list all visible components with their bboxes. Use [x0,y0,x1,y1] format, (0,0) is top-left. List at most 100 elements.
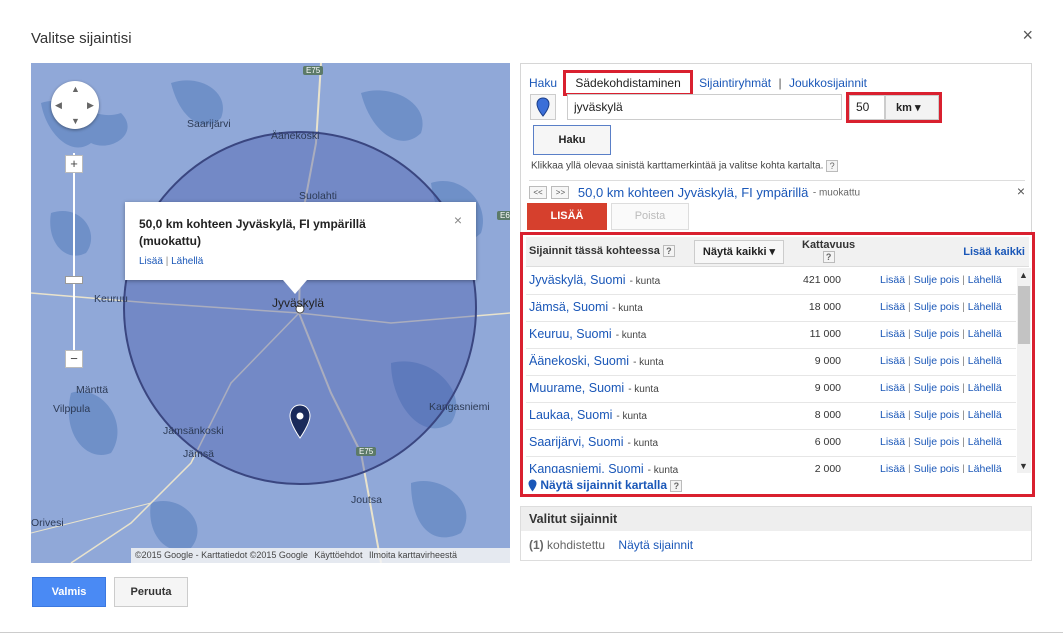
row-nearby-link[interactable]: Lähellä [968,409,1002,421]
table-row: Laukaa, Suomi - kunta 8 000 Lisää | Sulje… [526,403,1016,430]
results-scrollbar[interactable]: ▲ ▼ [1017,268,1031,473]
row-nearby-link[interactable]: Lähellä [968,436,1002,448]
search-button[interactable]: Haku [533,125,611,155]
row-nearby-link[interactable]: Lähellä [968,355,1002,367]
row-exclude-link[interactable]: Sulje pois [914,301,960,313]
location-reach: 9 000 [814,382,841,394]
info-nearby-link[interactable]: Lähellä [171,256,203,267]
target-status: - muokattu [812,187,861,199]
row-add-link[interactable]: Lisää [880,382,905,394]
row-add-link[interactable]: Lisää [880,355,905,367]
unit-select[interactable]: km ▾ [885,95,939,120]
row-exclude-link[interactable]: Sulje pois [914,355,960,367]
location-reach: 18 000 [808,301,841,313]
tab-sadekohdistaminen[interactable]: Sädekohdistaminen [563,70,693,96]
row-exclude-link[interactable]: Sulje pois [914,382,960,394]
location-name[interactable]: Jämsä, Suomi [529,300,608,314]
road-badge-e75: E75 [303,66,324,75]
location-name[interactable]: Äänekoski, Suomi [529,354,629,368]
hint-text: Klikkaa yllä olevaa sinistä karttamerkin… [531,160,824,172]
tab-sijaintiryhmat[interactable]: Sijaintiryhmät [699,76,771,90]
done-button[interactable]: Valmis [32,577,106,607]
map-pin-icon[interactable] [289,404,311,440]
location-name[interactable]: Jyväskylä, Suomi [529,273,626,287]
location-name[interactable]: Keuruu, Suomi [529,327,612,341]
target-description[interactable]: 50,0 km kohteen Jyväskylä, FI ympärillä [578,185,808,200]
map-label-saarijarvi: Saarijärvi [187,118,231,130]
map[interactable]: E75 Saarijärvi Äänekoski Suolahti E63 Ke… [31,63,510,563]
table-row: Jämsä, Suomi - kunta 18 000 Lisää | Sulje… [526,295,1016,322]
row-add-link[interactable]: Lisää [880,328,905,340]
target-close-icon[interactable]: × [1017,183,1025,199]
info-add-link[interactable]: Lisää [139,256,163,267]
locations-list: Jyväskylä, Suomi - kunta 421 000 Lisää | … [526,268,1016,473]
row-nearby-link[interactable]: Lähellä [968,382,1002,394]
zoom-in-button[interactable]: + [65,155,83,173]
tab-joukkosijainnit[interactable]: Joukkosijainnit [789,76,867,90]
dialog-title: Valitse sijaintisi [31,30,132,47]
table-row: Jyväskylä, Suomi - kunta 421 000 Lisää | … [526,268,1016,295]
zoom-out-button[interactable]: − [65,350,83,368]
scroll-thumb[interactable] [1018,286,1030,344]
location-search-input[interactable] [567,94,842,120]
row-add-link[interactable]: Lisää [880,274,905,286]
map-terms-link[interactable]: Käyttöehdot [314,550,362,560]
zoom-slider-track[interactable] [73,153,75,358]
row-exclude-link[interactable]: Sulje pois [914,328,960,340]
table-row: Äänekoski, Suomi - kunta 9 000 Lisää | Su… [526,349,1016,376]
map-label-jamsankoski: Jämsänkoski [163,425,224,437]
row-add-link[interactable]: Lisää [880,301,905,313]
location-name[interactable]: Muurame, Suomi [529,381,624,395]
cancel-button[interactable]: Peruuta [114,577,188,607]
radius-input[interactable]: 50 [849,95,885,120]
row-exclude-link[interactable]: Sulje pois [914,436,960,448]
road-badge-e63: E63 [497,211,510,220]
row-nearby-link[interactable]: Lähellä [968,328,1002,340]
help-icon[interactable]: ? [670,479,683,492]
road-badge-e75-south: E75 [356,447,377,456]
show-on-map-link[interactable]: Näytä sijainnit kartalla ? [528,478,683,492]
row-add-link[interactable]: Lisää [880,463,905,473]
row-nearby-link[interactable]: Lähellä [968,463,1002,473]
selected-count-label: kohdistettu [547,538,606,552]
row-add-link[interactable]: Lisää [880,409,905,421]
location-reach: 421 000 [803,274,841,286]
show-selected-link[interactable]: Näytä sijainnit [618,538,693,552]
help-icon[interactable]: ? [822,251,835,264]
next-button[interactable]: >> [551,186,570,200]
show-all-dropdown[interactable]: Näytä kaikki ▾ [694,240,784,264]
radius-controls: 50 km ▾ [846,92,942,123]
row-exclude-link[interactable]: Sulje pois [914,409,960,421]
map-label-mantta: Mänttä [76,384,109,396]
map-report-link[interactable]: Ilmoita karttavirheestä [369,550,457,560]
close-icon[interactable]: × [1022,25,1033,46]
add-all-link[interactable]: Lisää kaikki [963,246,1025,258]
remove-target-button[interactable]: Poista [611,203,689,230]
zoom-slider-handle[interactable] [65,276,83,284]
row-exclude-link[interactable]: Sulje pois [914,463,960,473]
selected-count: (1) [529,538,544,552]
scroll-up-icon[interactable]: ▲ [1019,270,1028,280]
prev-button[interactable]: << [529,186,547,200]
tab-separator: | [778,76,782,90]
row-nearby-link[interactable]: Lähellä [968,301,1002,313]
row-exclude-link[interactable]: Sulje pois [914,274,960,286]
row-nearby-link[interactable]: Lähellä [968,274,1002,286]
map-label-suolahti: Suolahti [299,190,337,202]
location-name[interactable]: Laukaa, Suomi [529,408,612,422]
map-pin-button[interactable] [530,94,556,120]
location-name[interactable]: Saarijärvi, Suomi [529,435,623,449]
tab-haku[interactable]: Haku [529,76,557,90]
map-label-jamsa: Jämsä [183,448,214,460]
pan-control-icon[interactable]: ▲ ▼ ◀ ▶ [51,81,99,129]
help-icon[interactable]: ? [826,160,839,172]
table-header: Sijainnit tässä kohteessa ? Näytä kaikki… [526,237,1029,267]
map-label-kangasniemi: Kangasniemi [429,401,490,413]
help-icon[interactable]: ? [662,245,675,258]
location-name[interactable]: Kangasniemi, Suomi [529,462,644,473]
add-target-button[interactable]: LISÄÄ [527,203,607,230]
row-add-link[interactable]: Lisää [880,436,905,448]
info-close-icon[interactable]: × [454,212,462,228]
scroll-down-icon[interactable]: ▼ [1019,461,1028,471]
col-reach-header: Kattavuus ? [802,239,856,264]
